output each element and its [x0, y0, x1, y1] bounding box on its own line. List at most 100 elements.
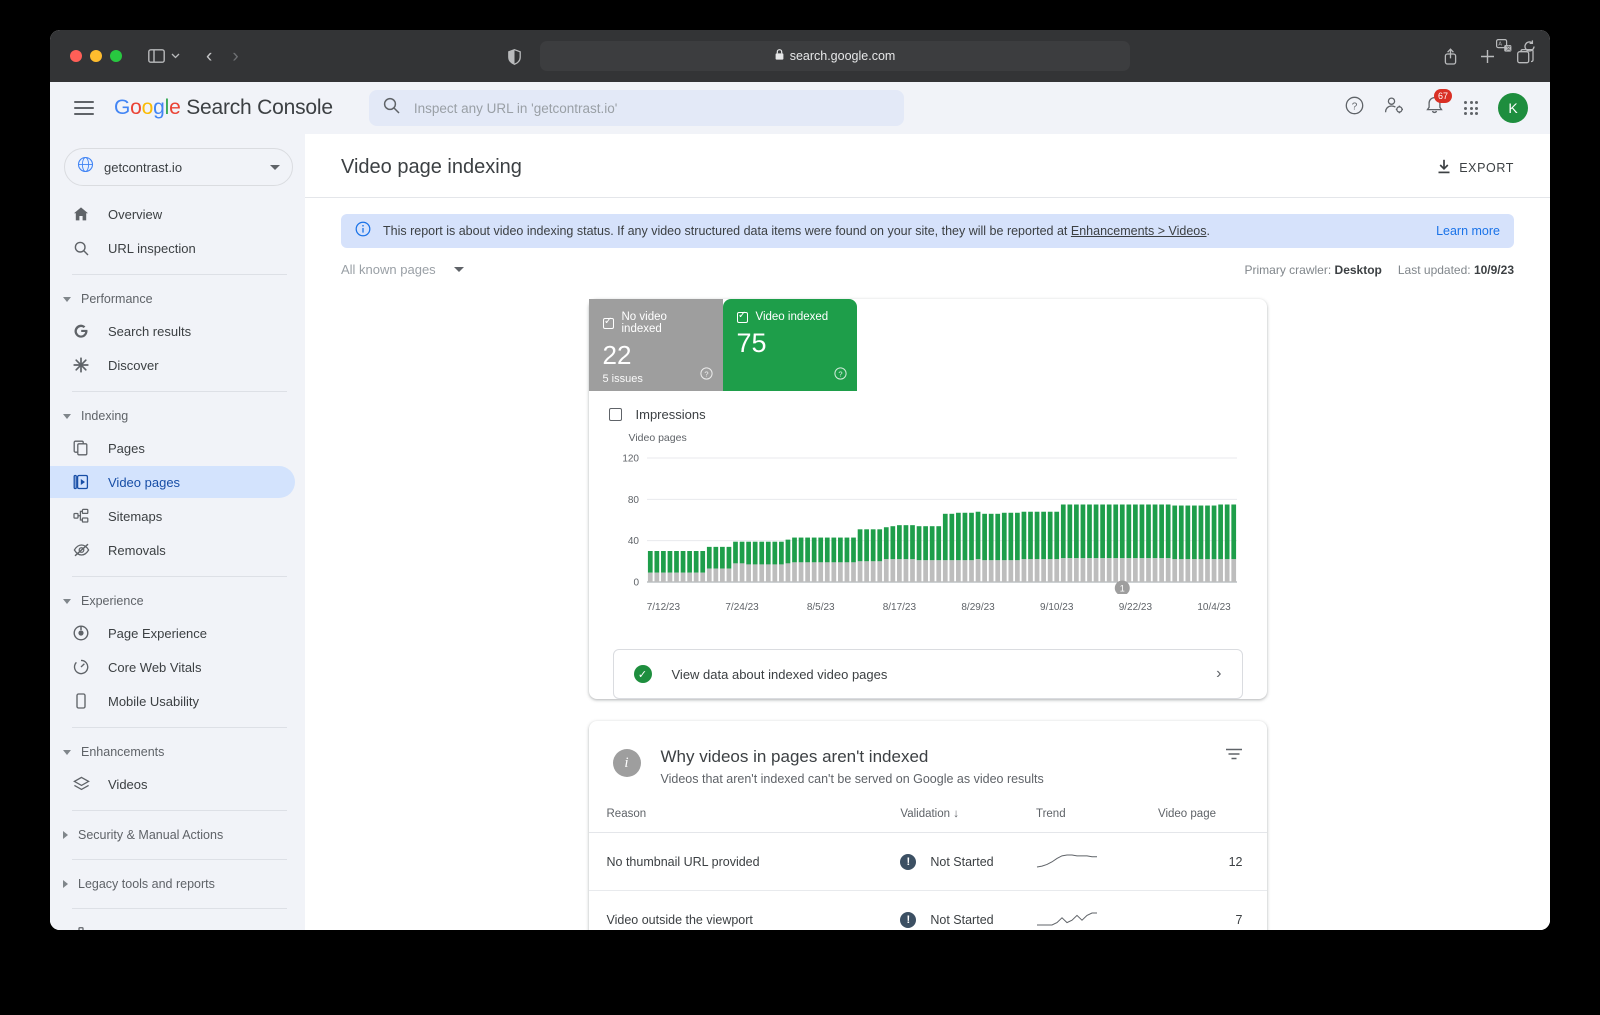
export-button[interactable]: EXPORT [1437, 156, 1514, 177]
video-indexing-bar-chart[interactable]: 0 40 80 120 1 [609, 444, 1247, 594]
banner-link[interactable]: Enhancements > Videos [1071, 224, 1207, 238]
url-text: search.google.com [789, 49, 896, 63]
speedometer-icon [72, 659, 90, 675]
sidebar-item-core-web-vitals[interactable]: Core Web Vitals [50, 651, 295, 683]
help-icon[interactable]: ? [699, 367, 713, 383]
svg-text:?: ? [838, 369, 842, 378]
filter-list-icon[interactable] [1225, 747, 1243, 766]
table-row[interactable]: Video outside the viewport ! Not Started … [588, 890, 1267, 930]
impressions-toggle[interactable]: Impressions [589, 391, 1267, 422]
sidebar-group-experience[interactable]: Experience [50, 587, 305, 615]
app-header-actions[interactable]: ? 67 K [1345, 89, 1532, 123]
maximize-window-button[interactable] [110, 50, 122, 62]
search-input[interactable] [413, 100, 890, 116]
logo-letter: o [130, 96, 142, 119]
export-label: EXPORT [1459, 161, 1514, 175]
sidebar-item-page-experience[interactable]: Page Experience [50, 617, 295, 649]
sidebar-item-links[interactable]: Links [50, 919, 295, 930]
back-button[interactable]: ‹ [206, 47, 212, 66]
check-circle-icon: ✓ [633, 665, 652, 683]
sidebar-item-url-inspection[interactable]: URL inspection [50, 232, 295, 264]
sidebar-group-label: Indexing [81, 409, 129, 423]
sidebar-group-performance[interactable]: Performance [50, 285, 305, 313]
help-icon[interactable]: ? [833, 367, 847, 383]
tabs-overview-icon[interactable] [1517, 48, 1534, 64]
page-filter-dropdown[interactable]: All known pages [341, 262, 464, 277]
table-header: Reason Validation ↓ Trend Video page [588, 808, 1267, 833]
sidebar-item-label: Pages [108, 440, 145, 456]
browser-toolbar-right[interactable] [1443, 30, 1534, 82]
address-bar[interactable]: search.google.com [540, 41, 1130, 71]
learn-more-link[interactable]: Learn more [1436, 224, 1500, 238]
svg-text:7/12/23: 7/12/23 [646, 602, 680, 613]
sidebar-item-sitemaps[interactable]: Sitemaps [50, 500, 295, 532]
nav-arrows[interactable]: ‹ › [206, 47, 239, 66]
sidebar-item-label: URL inspection [108, 240, 196, 256]
property-selector[interactable]: getcontrast.io [64, 148, 293, 186]
sidebar-group-indexing[interactable]: Indexing [50, 402, 305, 430]
primary-crawler: Primary crawler: Desktop [1245, 263, 1382, 277]
url-inspection-search[interactable] [368, 90, 904, 126]
google-g-icon [72, 323, 90, 339]
tab-no-video-indexed[interactable]: No video indexed 22 5 issues ? [588, 299, 723, 391]
divider [72, 908, 287, 909]
shield-icon[interactable] [508, 49, 521, 65]
updated-label: Last updated: [1397, 262, 1471, 277]
sidebar-group-enhancements[interactable]: Enhancements [50, 738, 305, 766]
forward-button[interactable]: › [232, 47, 238, 66]
browser-window: ‹ › search.google.com A文 Google Search C… [50, 30, 1550, 930]
notifications-button[interactable]: 67 [1425, 89, 1453, 120]
chevron-down-icon [63, 749, 71, 755]
sidebar-item-overview[interactable]: Overview [50, 198, 295, 230]
avatar[interactable]: K [1498, 93, 1528, 123]
account-settings-icon[interactable] [1384, 96, 1405, 120]
app-name: Search Console [186, 96, 333, 119]
app-body: getcontrast.io Overview URL inspection P… [50, 134, 1550, 930]
window-controls[interactable] [70, 50, 122, 62]
sidebar-item-videos[interactable]: Videos [50, 768, 295, 800]
sidebar-item-label: Overview [108, 206, 163, 222]
mobile-icon [72, 693, 90, 709]
column-header-trend[interactable]: Trend [1035, 808, 1158, 833]
cell-count: 7 [1158, 890, 1267, 930]
sidebar-item-pages[interactable]: Pages [50, 432, 295, 464]
chart-y-axis-title: Video pages [628, 432, 687, 444]
checkbox-checked-icon[interactable] [602, 316, 614, 329]
close-window-button[interactable] [70, 50, 82, 62]
sidebar-item-removals[interactable]: Removals [50, 534, 295, 566]
status-tabs[interactable]: No video indexed 22 5 issues ? [588, 299, 1267, 391]
column-header-video-page[interactable]: Video page [1158, 808, 1267, 833]
logo-letter: G [114, 96, 131, 119]
sidebar-item-video-pages[interactable]: Video pages [50, 466, 295, 498]
sidebar-group-security[interactable]: Security & Manual Actions [50, 821, 305, 849]
share-icon[interactable] [1443, 47, 1458, 65]
browser-titlebar: ‹ › search.google.com A文 [50, 30, 1550, 82]
cell-trend [1035, 832, 1158, 891]
sidebar-toggle-button[interactable] [148, 49, 180, 63]
banner-text-after: . [1206, 224, 1210, 238]
table-row[interactable]: No thumbnail URL provided ! Not Started 1… [588, 832, 1267, 891]
report-scroll-area[interactable]: No video indexed 22 5 issues ? [305, 277, 1550, 930]
logo-letter: o [141, 96, 154, 119]
minimize-window-button[interactable] [90, 50, 102, 62]
info-icon: i [612, 749, 641, 777]
apps-grid-icon[interactable] [1464, 101, 1478, 115]
svg-text:40: 40 [627, 536, 639, 547]
tab-video-indexed[interactable]: Video indexed 75 ? [722, 299, 857, 391]
chevron-right-icon [63, 831, 68, 839]
sidebar-item-search-results[interactable]: Search results [50, 315, 295, 347]
column-header-validation[interactable]: Validation ↓ [900, 808, 1036, 833]
sidebar-item-mobile-usability[interactable]: Mobile Usability [50, 685, 295, 717]
sidebar-item-discover[interactable]: Discover [50, 349, 295, 381]
checkbox-unchecked-icon[interactable] [608, 408, 622, 421]
eye-off-icon [72, 543, 90, 557]
view-indexed-data-row[interactable]: ✓ View data about indexed video pages › [612, 649, 1243, 699]
checkbox-checked-icon[interactable] [736, 310, 748, 323]
sidebar-group-legacy[interactable]: Legacy tools and reports [50, 870, 305, 898]
search-icon [72, 241, 90, 256]
chevron-down-icon [63, 296, 71, 302]
new-tab-button[interactable] [1480, 49, 1495, 64]
column-header-reason[interactable]: Reason [588, 808, 901, 833]
menu-icon[interactable] [74, 101, 94, 115]
help-icon[interactable]: ? [1345, 96, 1364, 120]
